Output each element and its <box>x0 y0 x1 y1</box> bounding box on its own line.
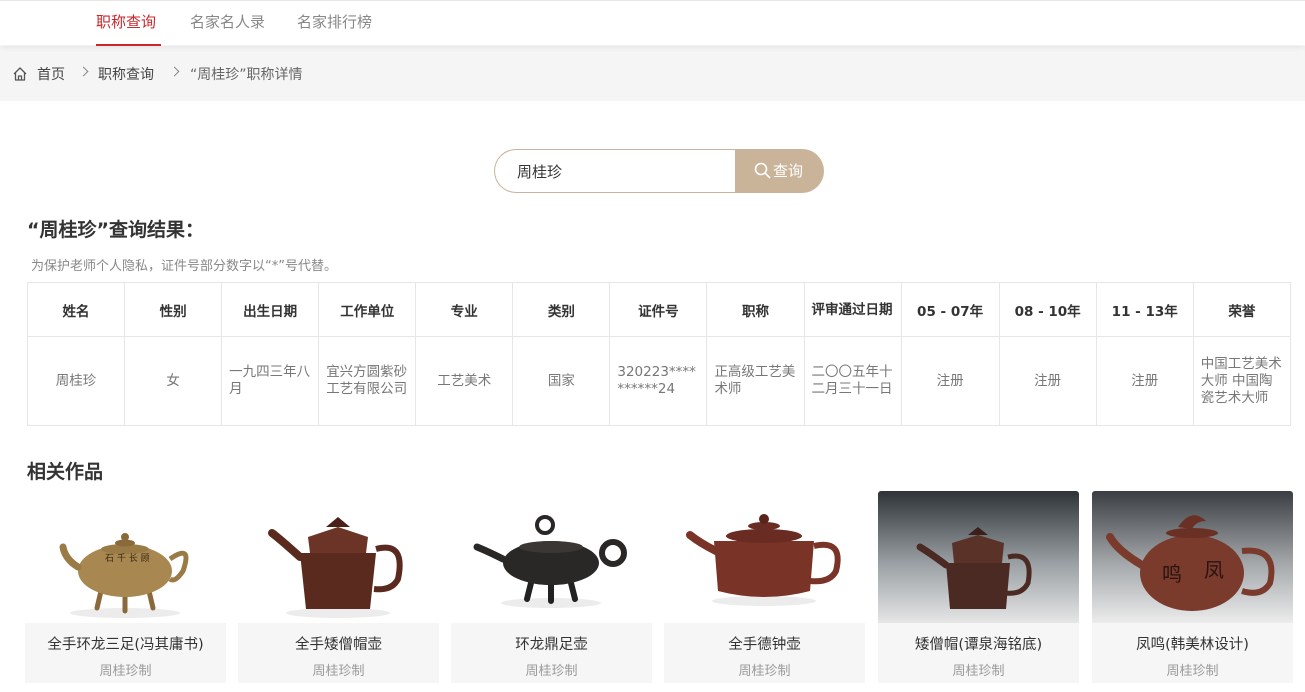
chevron-right-icon <box>169 66 180 77</box>
table-cell: 注册 <box>900 336 1000 426</box>
work-name: 全手德钟壶 <box>728 637 801 653</box>
work-name: 全手矮僧帽壶 <box>295 637 382 653</box>
breadcrumb: 首页 职称查询 “周桂珍”职称详情 <box>0 46 1305 101</box>
search-button-label: 查询 <box>773 162 804 180</box>
search-bar: 查询 <box>494 149 824 193</box>
table-cell: 320223**********24 <box>609 336 708 426</box>
work-card[interactable]: 全手德钟壶 周桂珍制 <box>664 491 865 683</box>
work-card[interactable]: 矮僧帽(谭泉海铭底) 周桂珍制 <box>878 491 1079 683</box>
column-header: 性别 <box>124 282 223 337</box>
search-icon <box>754 162 771 179</box>
column-header: 证件号 <box>609 282 708 337</box>
work-card[interactable]: 全手矮僧帽壶 周桂珍制 <box>238 491 439 683</box>
svg-text:鸣: 鸣 <box>1162 562 1182 586</box>
title-info-table: 姓名 性别 出生日期 工作单位 专业 类别 证件号 职称 评审通过日期 05 -… <box>26 282 1292 426</box>
work-maker: 周桂珍制 <box>99 664 152 679</box>
column-header: 专业 <box>415 282 514 337</box>
teapot-image <box>451 491 652 623</box>
chevron-right-icon <box>78 66 89 77</box>
work-maker: 周桂珍制 <box>525 664 578 679</box>
work-name: 凤鸣(韩美林设计) <box>1136 637 1249 653</box>
table-cell: 宜兴方圆紫砂工艺有限公司 <box>318 336 417 426</box>
search-button[interactable]: 查询 <box>735 149 824 193</box>
svg-text:凤: 凤 <box>1204 558 1224 582</box>
teapot-image <box>878 491 1079 623</box>
table-header-row: 姓名 性别 出生日期 工作单位 专业 类别 证件号 职称 评审通过日期 05 -… <box>26 282 1292 337</box>
breadcrumb-home[interactable]: 首页 <box>37 46 65 104</box>
work-name: 矮僧帽(谭泉海铭底) <box>914 637 1043 653</box>
teapot-image: 石 千 长 顾 <box>25 491 226 623</box>
home-icon <box>13 67 27 81</box>
work-maker: 周桂珍制 <box>738 664 791 679</box>
table-cell: 国家 <box>512 336 611 426</box>
work-name: 环龙鼎足壶 <box>515 637 588 653</box>
result-title: “周桂珍”查询结果： <box>27 219 204 241</box>
table-cell: 注册 <box>998 336 1097 426</box>
table-cell: 中国工艺美术大师 中国陶瓷艺术大师 <box>1192 336 1292 426</box>
table-cell: 女 <box>124 336 223 426</box>
work-maker: 周桂珍制 <box>1166 664 1219 679</box>
tab-celebrity-directory[interactable]: 名家名人录 <box>190 1 265 46</box>
table-cell: 工艺美术 <box>415 336 514 426</box>
column-header: 出生日期 <box>221 282 320 337</box>
column-header: 评审通过日期 <box>803 282 902 337</box>
column-header: 08 - 10年 <box>998 282 1097 337</box>
search-input[interactable] <box>494 149 744 193</box>
column-header: 职称 <box>706 282 805 337</box>
table-cell: 注册 <box>1095 336 1194 426</box>
teapot-image <box>664 491 865 623</box>
breadcrumb-current: “周桂珍”职称详情 <box>190 67 303 83</box>
tab-title-query[interactable]: 职称查询 <box>96 1 161 46</box>
table-row: 周桂珍 女 一九四三年八月 宜兴方圆紫砂工艺有限公司 工艺美术 国家 32022… <box>26 336 1292 426</box>
table-cell: 周桂珍 <box>26 336 126 426</box>
privacy-note: 为保护老师个人隐私，证件号部分数字以“*”号代替。 <box>31 259 337 274</box>
work-card[interactable]: 环龙鼎足壶 周桂珍制 <box>451 491 652 683</box>
column-header: 荣誉 <box>1192 282 1292 337</box>
works-title: 相关作品 <box>27 461 104 483</box>
work-name: 全手环龙三足(冯其庸书) <box>47 637 204 653</box>
teapot-image <box>238 491 439 623</box>
work-card[interactable]: 石 千 长 顾 全手环龙三足(冯其庸书) 周桂珍制 <box>25 491 226 683</box>
top-nav: 职称查询 名家名人录 名家排行榜 <box>0 0 1305 46</box>
column-header: 姓名 <box>26 282 126 337</box>
table-cell: 二〇〇五年十二月三十一日 <box>803 336 902 426</box>
work-card[interactable]: 鸣 凤 凤鸣(韩美林设计) 周桂珍制 <box>1092 491 1293 683</box>
table-cell: 正高级工艺美术师 <box>706 336 805 426</box>
teapot-image: 鸣 凤 <box>1092 491 1293 623</box>
column-header: 类别 <box>512 282 611 337</box>
column-header: 工作单位 <box>318 282 417 337</box>
svg-text:石 千 长 顾: 石 千 长 顾 <box>105 552 150 564</box>
tab-ranking[interactable]: 名家排行榜 <box>297 1 372 46</box>
work-maker: 周桂珍制 <box>312 664 365 679</box>
work-maker: 周桂珍制 <box>952 664 1005 679</box>
breadcrumb-title-query[interactable]: 职称查询 <box>98 46 154 104</box>
column-header: 11 - 13年 <box>1095 282 1194 337</box>
column-header: 05 - 07年 <box>900 282 1000 337</box>
table-cell: 一九四三年八月 <box>221 336 320 426</box>
